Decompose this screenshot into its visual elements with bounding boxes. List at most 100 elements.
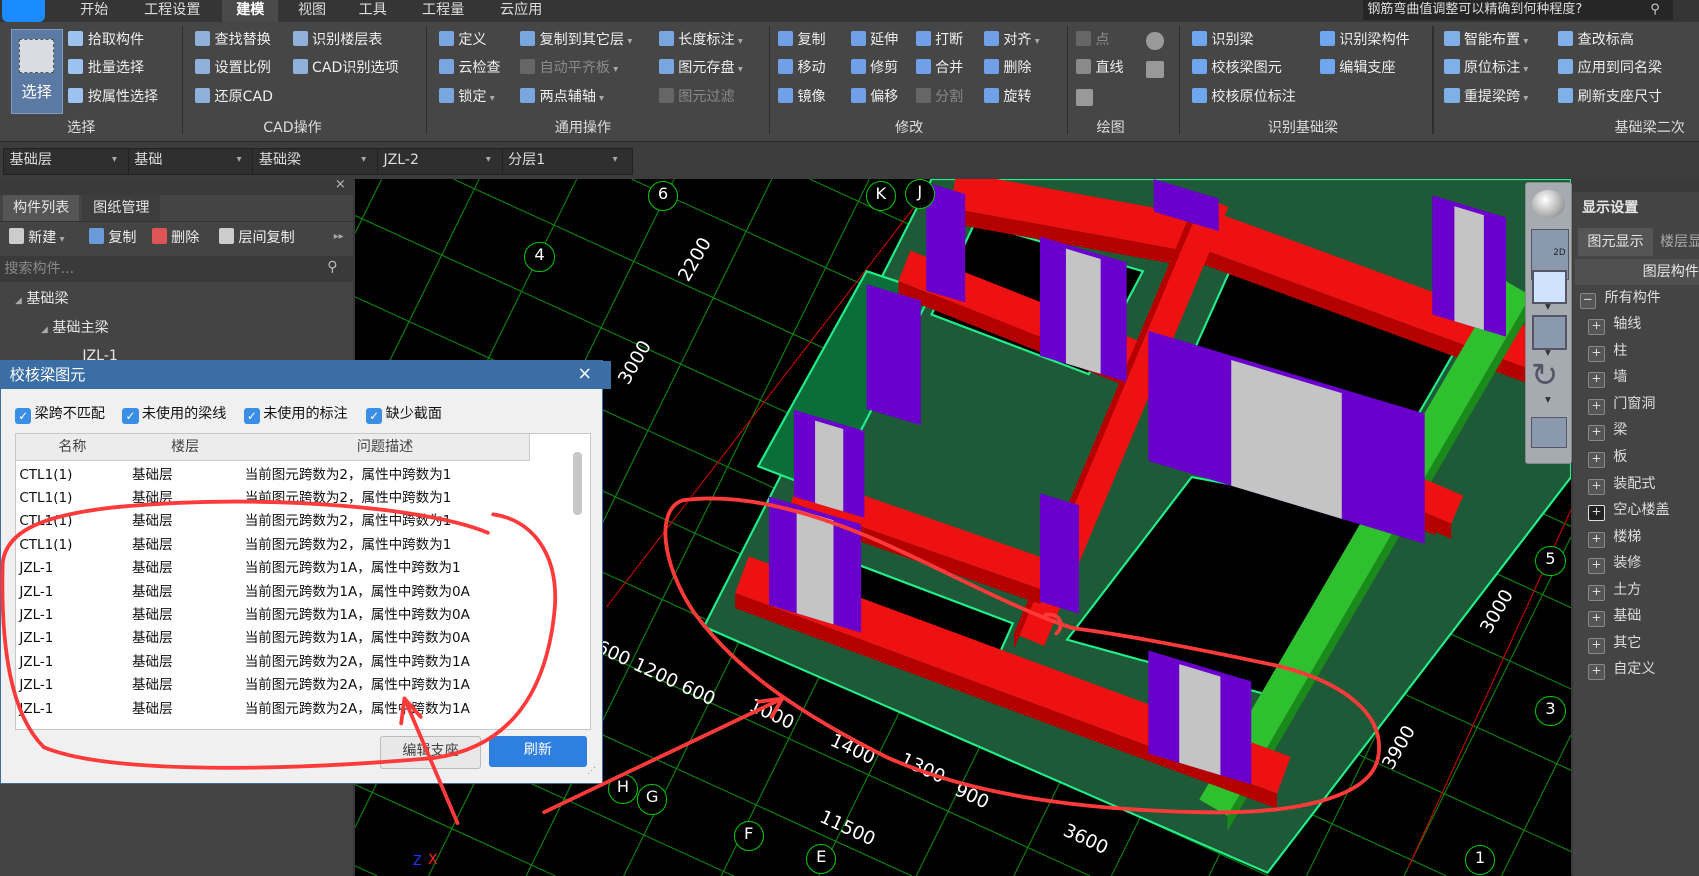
selector-0[interactable]: 基础层 ▾	[3, 148, 132, 176]
tab-drawing-management[interactable]: 图纸管理	[82, 195, 161, 222]
table-row[interactable]: JZL-1 基础层 当前图元跨数为1A，属性中跨数为0A	[16, 581, 571, 604]
line-button[interactable]: 直线	[1075, 58, 1124, 80]
tree-item-layer-11[interactable]: + 基础	[1588, 606, 1641, 628]
apply-same-name-button[interactable]: 应用到同名梁	[1558, 58, 1662, 80]
filter-button[interactable]: 图元过滤	[658, 87, 735, 109]
tree-item-layer-1[interactable]: + 柱	[1588, 341, 1627, 363]
checkbox-1[interactable]: ✓ 未使用的梁线	[122, 405, 226, 425]
cloud-check-button[interactable]: 云检查	[438, 58, 501, 80]
tree-item-main-beam[interactable]: ◢ 基础主梁	[41, 317, 109, 338]
tree-item-layer-7[interactable]: + 空心楼盖	[1588, 500, 1670, 522]
copy-button[interactable]: 复制	[777, 30, 826, 52]
delete-button[interactable]: 删除	[983, 58, 1032, 80]
ribbon-group-label-3[interactable]: 修改	[895, 117, 923, 138]
expand-icon[interactable]: +	[1588, 345, 1605, 362]
expand-icon[interactable]: +	[1588, 505, 1605, 522]
collapse-icon[interactable]: −	[1579, 293, 1596, 310]
tree-item-layer-6[interactable]: + 装配式	[1588, 474, 1655, 496]
checkbox-2[interactable]: ✓ 未使用的标注	[243, 405, 348, 425]
column-header-floor[interactable]: 楼层	[128, 434, 243, 462]
table-row[interactable]: CTL1(1) 基础层 当前图元跨数为2，属性中跨数为1	[16, 487, 571, 510]
restore-cad-button[interactable]: 还原CAD	[195, 87, 273, 109]
mirror-button[interactable]: 镜像	[777, 87, 826, 109]
menu-tab-2[interactable]: 建模	[222, 0, 279, 22]
break-button[interactable]: 打断	[915, 30, 964, 52]
checkbox-checked-icon[interactable]: ✓	[15, 408, 32, 425]
axis-bubble-4[interactable]: 4	[524, 241, 555, 272]
axis-bubble-K[interactable]: K	[865, 180, 896, 212]
axis-bubble-3[interactable]: 3	[1535, 695, 1566, 726]
orbit-icon[interactable]	[1532, 189, 1565, 218]
cad-options-button[interactable]: CAD识别选项	[292, 58, 399, 80]
column[interactable]	[1040, 493, 1080, 614]
resize-grip[interactable]: ⋰	[587, 766, 596, 776]
point-button[interactable]: 点	[1075, 30, 1110, 52]
ribbon-group-label-6[interactable]: 基础梁二次	[1614, 117, 1684, 138]
table-row[interactable]: CTL1(1) 基础层 当前图元跨数为2，属性中跨数为1	[16, 534, 571, 557]
table-row[interactable]: JZL-1 基础层 当前图元跨数为1A，属性中跨数为0A	[16, 604, 571, 627]
checkbox-checked-icon[interactable]: ✓	[122, 408, 139, 425]
property-select-button[interactable]: 按属性选择	[68, 87, 158, 109]
ribbon-group-label-4[interactable]: 绘图	[1097, 117, 1125, 138]
eyedropper-button[interactable]: 拾取构件	[68, 30, 144, 52]
menu-tab-0[interactable]: 开始	[63, 0, 126, 22]
split-button[interactable]: 分割	[915, 87, 964, 109]
ribbon-group-label-5[interactable]: 识别基础梁	[1268, 117, 1338, 138]
tree-item-layer-0[interactable]: + 轴线	[1588, 314, 1641, 336]
selector-4[interactable]: 分层1 ▾	[501, 148, 633, 176]
selector-1[interactable]: 基础 ▾	[127, 148, 257, 176]
align-button[interactable]: 对齐 ▾	[983, 30, 1040, 52]
smart-layout-button[interactable]: 智能布置 ▾	[1444, 30, 1528, 52]
expand-icon[interactable]: +	[1588, 372, 1605, 389]
floor-table-button[interactable]: 识别楼层表	[292, 30, 383, 52]
axis-bubble-F[interactable]: F	[733, 821, 764, 852]
expand-icon[interactable]: +	[1588, 425, 1605, 442]
tree-item-layer-4[interactable]: + 梁	[1588, 420, 1627, 442]
define-button[interactable]: 定义	[438, 30, 487, 52]
display-list-icon[interactable]	[1530, 417, 1567, 449]
box-view-icon[interactable]	[1532, 315, 1568, 350]
expand-icon[interactable]: +	[1588, 664, 1605, 681]
expand-icon[interactable]: +	[1588, 584, 1605, 601]
axis-bubble-5[interactable]: 5	[1535, 546, 1566, 577]
tree-item-layer-2[interactable]: + 墙	[1588, 367, 1627, 389]
tab-floor-display[interactable]: 楼层显	[1660, 228, 1699, 256]
merge-button[interactable]: 合并	[915, 58, 964, 80]
tree-item-layer-10[interactable]: + 土方	[1588, 580, 1641, 602]
identify-beam-component-button[interactable]: 识别梁构件	[1319, 30, 1410, 52]
rotate-button[interactable]: 旋转	[983, 87, 1032, 109]
checkbox-3[interactable]: ✓ 缺少截面	[366, 405, 442, 425]
refresh-button[interactable]: 刷新	[488, 735, 588, 768]
wall-panel[interactable]	[797, 509, 834, 625]
move-button[interactable]: 移动	[777, 58, 826, 80]
axis-bubble-G[interactable]: G	[637, 784, 668, 815]
wall-panel[interactable]	[1179, 663, 1221, 775]
tree-item-all[interactable]: − 所有构件	[1579, 288, 1661, 310]
circle-icon[interactable]	[1146, 32, 1164, 50]
selector-3[interactable]: JZL-2 ▾	[377, 148, 506, 176]
tree-item-foundation-beam[interactable]: ◢ 基础梁	[15, 288, 68, 309]
elevation-button[interactable]: 查改标高	[1558, 30, 1634, 52]
new-button[interactable]: 新建 ▾	[8, 228, 65, 250]
copy-button[interactable]: 复制	[88, 228, 137, 250]
view-3d-icon[interactable]	[1532, 269, 1568, 305]
expand-icon[interactable]: +	[1588, 398, 1605, 415]
table-row[interactable]: JZL-1 基础层 当前图元跨数为2A，属性中跨数为1A	[16, 674, 571, 697]
expand-icon[interactable]: +	[1588, 478, 1605, 495]
in-situ-annotation-button[interactable]: 原位标注 ▾	[1444, 58, 1528, 80]
two-point-axis-button[interactable]: 两点辅轴 ▾	[520, 87, 604, 109]
table-row[interactable]: JZL-1 基础层 当前图元跨数为1A，属性中跨数为0A	[16, 627, 571, 650]
search-icon[interactable]: ⚲	[327, 259, 337, 275]
rect-icon[interactable]	[1146, 60, 1164, 78]
check-annotation-button[interactable]: 校核原位标注	[1191, 87, 1296, 109]
ribbon-group-label-2[interactable]: 通用操作	[555, 117, 611, 138]
wall-panel[interactable]	[1066, 248, 1102, 374]
save-element-button[interactable]: 图元存盘 ▾	[658, 58, 743, 80]
table-row[interactable]: CTL1(1) 基础层 当前图元跨数为2，属性中跨数为1	[16, 510, 571, 533]
column-header-description[interactable]: 问题描述	[241, 434, 530, 462]
menu-tab-4[interactable]: 工具	[345, 0, 401, 22]
tree-item-layer-3[interactable]: + 门窗洞	[1588, 394, 1655, 416]
table-row[interactable]: CTL1(1) 基础层 当前图元跨数为2，属性中跨数为1	[16, 464, 571, 487]
tree-item-layer-13[interactable]: + 自定义	[1588, 659, 1655, 681]
menu-tab-5[interactable]: 工程量	[407, 0, 479, 22]
